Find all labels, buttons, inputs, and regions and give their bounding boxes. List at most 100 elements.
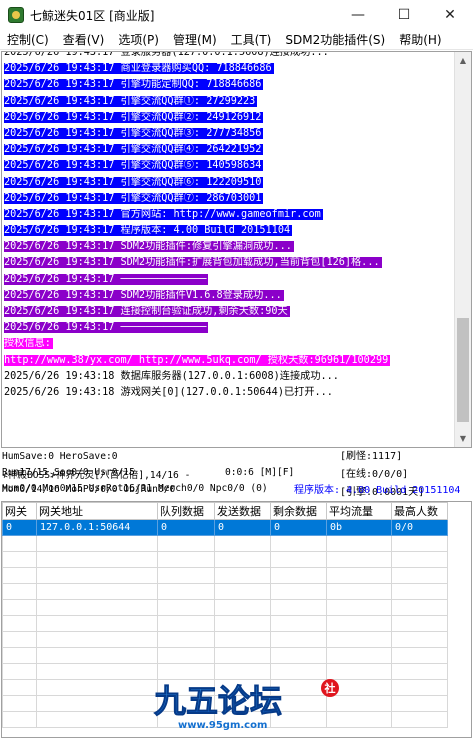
log-line-text: 2025/6/26 19:43:17 程序版本: 4.00 Build 2015… <box>4 225 293 237</box>
log-scrollbar[interactable]: ▲ ▼ <box>454 52 471 447</box>
col-gateway[interactable]: 网关 <box>2 502 37 520</box>
title-bar: 七鲸迷失01区 [商业版] — ☐ ✕ <box>0 0 473 30</box>
col-remaining[interactable]: 剩余数据 <box>270 502 327 520</box>
log-line-text: 2025/6/26 19:43:18 游戏网关[0](127.0.0.1:506… <box>4 386 333 398</box>
scroll-thumb[interactable] <box>457 318 469 422</box>
table-cell-empty <box>36 679 158 696</box>
table-cell-empty <box>391 567 448 584</box>
table-cell-empty <box>2 631 37 648</box>
table-cell-empty <box>36 711 158 728</box>
col-sent[interactable]: 发送数据 <box>214 502 271 520</box>
table-cell-empty <box>214 647 271 664</box>
log-line: 2025/6/26 19:43:17 登录服务器(127.0.0.1:5608)… <box>4 52 454 61</box>
menu-view[interactable]: 查看(V) <box>56 31 112 48</box>
table-cell-empty <box>2 551 37 568</box>
table-cell-empty <box>157 535 215 552</box>
log-line-text: 2025/6/26 19:43:17 引擎功能定制QQ: 718846686 <box>4 79 264 91</box>
col-address[interactable]: 网关地址 <box>36 502 158 520</box>
log-line: 2025/6/26 19:43:17 引擎交流QQ群①: 27299223 <box>4 94 454 110</box>
table-row-empty <box>2 567 448 584</box>
table-cell-empty <box>36 535 158 552</box>
table-cell-empty <box>391 711 448 728</box>
scroll-up-icon[interactable]: ▲ <box>455 52 471 69</box>
table-cell-empty <box>326 615 392 632</box>
log-line: http://www.387yx.com/ http://www.5ukq.co… <box>4 353 454 369</box>
table-row-empty <box>2 631 448 648</box>
table-cell-empty <box>270 615 327 632</box>
table-row-empty <box>2 535 448 552</box>
table-cell-empty <box>36 631 158 648</box>
log-line: 2025/6/26 19:43:17 引擎交流QQ群③: 277734856 <box>4 126 454 142</box>
table-row-empty <box>2 615 448 632</box>
table-cell-empty <box>326 631 392 648</box>
table-cell-empty <box>270 599 327 616</box>
table-row-empty <box>2 599 448 616</box>
log-panel[interactable]: 2025/6/26 19:43:17 登录服务器(127.0.0.1:5608)… <box>1 51 472 448</box>
table-cell-empty <box>2 567 37 584</box>
log-line-text: 2025/6/26 19:43:17 SDM2功能插件:修复引擎漏洞成功... <box>4 241 294 253</box>
table-cell-empty <box>270 535 327 552</box>
table-cell-empty <box>2 583 37 600</box>
log-line: 2025/6/26 19:43:17 官方网站: http://www.game… <box>4 207 454 223</box>
menu-help[interactable]: 帮助(H) <box>392 31 448 48</box>
log-line: 2025/6/26 19:43:17 SDM2功能插件:扩展背包加载成功,当前背… <box>4 255 454 271</box>
scroll-down-icon[interactable]: ▼ <box>455 430 471 447</box>
table-cell-empty <box>214 583 271 600</box>
col-queue[interactable]: 队列数据 <box>157 502 215 520</box>
table-cell-empty <box>326 535 392 552</box>
minimize-button[interactable]: — <box>335 0 381 30</box>
table-cell-empty <box>214 631 271 648</box>
table-cell-empty <box>391 695 448 712</box>
menu-control[interactable]: 控制(C) <box>0 31 56 48</box>
table-cell-empty <box>36 615 158 632</box>
status-online: [在线:0/0/0] <box>340 469 409 480</box>
table-cell-empty <box>326 567 392 584</box>
table-cell: 127.0.0.1:50644 <box>36 519 158 536</box>
table-cell: 0 <box>270 519 327 536</box>
table-cell-empty <box>391 679 448 696</box>
log-line-text: 2025/6/26 19:43:17 引擎交流QQ群②: 249126912 <box>4 111 264 123</box>
log-line: 2025/6/26 19:43:17 程序版本: 4.00 Build 2015… <box>4 223 454 239</box>
col-avg-traffic[interactable]: 平均流量 <box>326 502 392 520</box>
log-line-text: 2025/6/26 19:43:17 引擎交流QQ群③: 277734856 <box>4 127 264 139</box>
table-cell-empty <box>2 695 37 712</box>
app-icon <box>8 7 24 23</box>
log-line: 2025/6/26 19:43:17 引擎交流QQ群⑥: 122209510 <box>4 175 454 191</box>
menu-manage[interactable]: 管理(M) <box>166 31 224 48</box>
table-cell-empty <box>270 567 327 584</box>
maximize-button[interactable]: ☐ <box>381 0 427 30</box>
log-line-text: 2025/6/26 19:43:17 引擎交流QQ群①: 27299223 <box>4 95 258 107</box>
table-row-empty <box>2 647 448 664</box>
table-cell-empty <box>270 647 327 664</box>
table-row[interactable]: 0 127.0.0.1:50644 0 0 0 0b 0/0 <box>2 519 448 536</box>
table-cell: 0/0 <box>391 519 448 536</box>
table-row-empty <box>2 583 448 600</box>
table-cell-empty <box>214 551 271 568</box>
table-cell-empty <box>36 567 158 584</box>
log-line-text: 2025/6/26 19:43:17 连接控制台验证成功,剩余天数:90天 <box>4 306 290 317</box>
table-cell-empty <box>36 695 158 712</box>
log-line-text: 2025/6/26 19:43:17 引擎交流QQ群④: 264221952 <box>4 144 264 156</box>
menu-sdm2-plugin[interactable]: SDM2功能插件(S) <box>278 31 392 48</box>
table-cell-empty <box>157 615 215 632</box>
table-cell-empty <box>391 599 448 616</box>
log-line: 2025/6/26 19:43:17 引擎交流QQ群②: 249126912 <box>4 110 454 126</box>
menu-tools[interactable]: 工具(T) <box>224 31 279 48</box>
table-cell: 0 <box>157 519 215 536</box>
log-line: 2025/6/26 19:43:17 ────────────── <box>4 272 454 288</box>
table-cell-empty <box>2 647 37 664</box>
table-cell-empty <box>157 583 215 600</box>
close-button[interactable]: ✕ <box>427 0 473 30</box>
status-refresh: [刷怪:1117] <box>340 451 403 462</box>
menu-options[interactable]: 选项(P) <box>111 31 166 48</box>
table-cell: 0 <box>214 519 271 536</box>
log-line: 2025/6/26 19:43:18 游戏网关[0](127.0.0.1:506… <box>4 385 454 401</box>
table-cell-empty <box>391 647 448 664</box>
log-line: 2025/6/26 19:43:17 ────────────── <box>4 320 454 336</box>
table-cell-empty <box>391 615 448 632</box>
table-cell-empty <box>326 583 392 600</box>
window-controls: — ☐ ✕ <box>335 0 473 30</box>
col-max-users[interactable]: 最高人数 <box>391 502 448 520</box>
table-cell-empty <box>157 599 215 616</box>
forum-logo: 九五论坛 社 www.95gm.com <box>154 679 339 731</box>
